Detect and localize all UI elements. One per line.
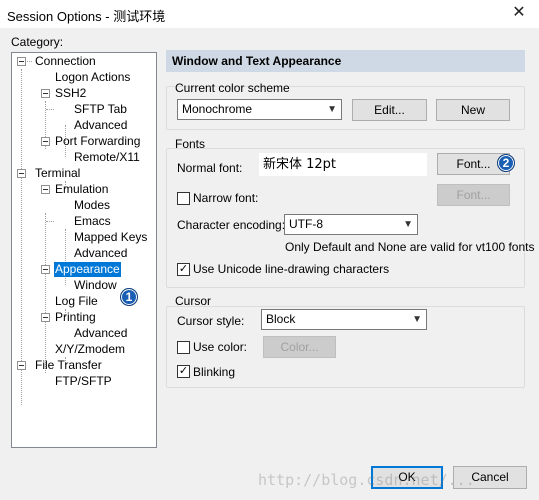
normal-font-display: 新宋体 12pt (259, 153, 427, 176)
collapse-icon[interactable] (41, 313, 50, 322)
tree-item-port-forwarding[interactable]: Port Forwarding (55, 134, 140, 149)
close-icon[interactable]: ✕ (509, 3, 529, 23)
tree-item-emacs[interactable]: Emacs (74, 214, 111, 229)
title-bar: Session Options - 测试环境 ✕ (0, 0, 539, 28)
tree-item-terminal[interactable]: Terminal (35, 166, 80, 181)
encoding-value: UTF-8 (289, 217, 323, 231)
panel-header: Window and Text Appearance (166, 50, 525, 72)
cursor-style-select[interactable]: Block ▼ (261, 309, 427, 330)
tree-item-connection[interactable]: Connection (35, 54, 96, 69)
use-color-label: Use color: (193, 340, 248, 354)
tree-item-file-transfer[interactable]: File Transfer (35, 358, 102, 373)
tree-connector (21, 69, 22, 405)
window-title: Session Options - 测试环境 (7, 9, 166, 24)
edit-button[interactable]: Edit... (352, 99, 427, 121)
tree-item-emulation[interactable]: Emulation (55, 182, 108, 197)
watermark-text: http://blog.csdn.net/... (258, 471, 475, 489)
tree-item-logon-actions[interactable]: Logon Actions (55, 70, 130, 85)
narrow-font-button[interactable]: Font... (437, 184, 510, 206)
fonts-label: Fonts (175, 137, 206, 151)
chevron-down-icon: ▼ (403, 219, 413, 230)
cursor-style-value: Block (266, 312, 296, 326)
narrow-font-checkbox[interactable] (177, 192, 190, 205)
tree-item-ftp-sftp[interactable]: FTP/SFTP (55, 374, 112, 389)
tree-item-ssh2[interactable]: SSH2 (55, 86, 86, 101)
tree-item-sftp-tab[interactable]: SFTP Tab (74, 102, 127, 117)
normal-font-label: Normal font: (177, 161, 243, 175)
collapse-icon[interactable] (17, 169, 26, 178)
collapse-icon[interactable] (41, 137, 50, 146)
narrow-font-label: Narrow font: (193, 191, 259, 205)
tree-item-printing[interactable]: Printing (55, 310, 96, 325)
tree-item-xyzmodem[interactable]: X/Y/Zmodem (55, 342, 125, 357)
cursor-label: Cursor (175, 294, 212, 308)
category-label: Category: (11, 35, 64, 49)
blinking-checkbox[interactable]: ✓ (177, 365, 190, 378)
color-scheme-value: Monochrome (182, 102, 253, 116)
cursor-color-button[interactable]: Color... (263, 336, 336, 358)
blinking-label: Blinking (193, 365, 236, 379)
collapse-icon[interactable] (41, 185, 50, 194)
tree-item-appearance[interactable]: Appearance (54, 262, 121, 277)
tree-item-emulation-advanced[interactable]: Advanced (74, 246, 127, 261)
tree-item-printing-advanced[interactable]: Advanced (74, 326, 127, 341)
color-scheme-select[interactable]: Monochrome ▼ (177, 99, 342, 120)
tree-item-window[interactable]: Window (74, 278, 117, 293)
tree-connector (46, 221, 54, 222)
badge-two: 2 (497, 154, 515, 172)
chevron-down-icon: ▼ (412, 314, 422, 325)
vt100-note: Only Default and None are valid for vt10… (285, 240, 535, 254)
collapse-icon[interactable] (41, 265, 50, 274)
category-tree[interactable]: Connection Logon Actions SSH2 SFTP Tab A… (11, 52, 157, 448)
encoding-label: Character encoding: (177, 218, 286, 232)
tree-item-mapped-keys[interactable]: Mapped Keys (74, 230, 147, 245)
unicode-line-label: Use Unicode line-drawing characters (193, 262, 390, 276)
encoding-select[interactable]: UTF-8 ▼ (284, 214, 418, 235)
use-color-checkbox[interactable] (177, 341, 190, 354)
new-button[interactable]: New (436, 99, 510, 121)
tree-item-modes[interactable]: Modes (74, 198, 110, 213)
chevron-down-icon: ▼ (327, 104, 337, 115)
tree-item-ssh2-advanced[interactable]: Advanced (74, 118, 127, 133)
collapse-icon[interactable] (17, 57, 26, 66)
collapse-icon[interactable] (17, 361, 26, 370)
tree-item-remote-x11[interactable]: Remote/X11 (74, 150, 140, 165)
badge-one: 1 (120, 288, 138, 306)
color-scheme-label: Current color scheme (175, 81, 290, 95)
tree-connector (46, 109, 54, 110)
cursor-style-label: Cursor style: (177, 314, 245, 328)
unicode-line-checkbox[interactable]: ✓ (177, 263, 190, 276)
tree-item-log-file[interactable]: Log File (55, 294, 98, 309)
dialog-client: Category: Connection Logon Actions SSH2 … (0, 28, 539, 500)
tree-connector (45, 213, 46, 373)
collapse-icon[interactable] (41, 89, 50, 98)
